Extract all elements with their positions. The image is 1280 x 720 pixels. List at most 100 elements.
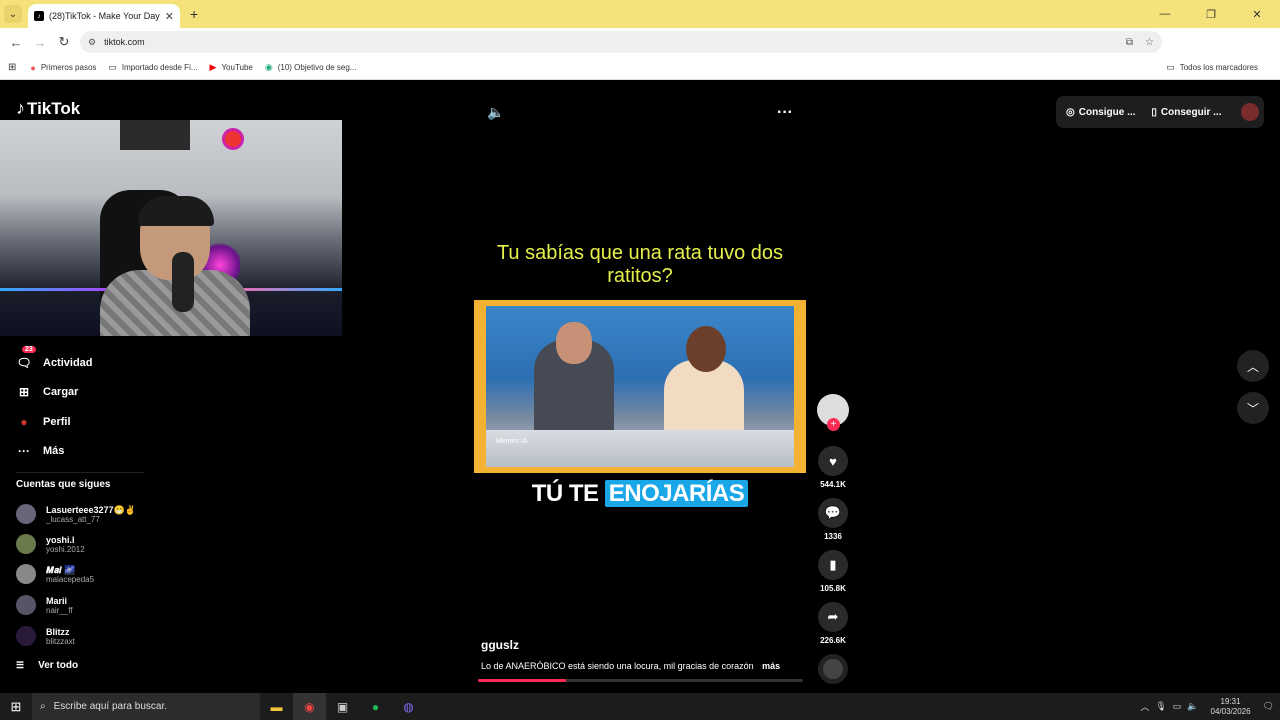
store-icon[interactable]: ▣ bbox=[326, 693, 359, 720]
video-description: Lo de ANAERÓBICO está siendo una locura,… bbox=[481, 661, 781, 671]
get-coins-button[interactable]: ◎ Consigue ... bbox=[1066, 107, 1135, 118]
top-right-bar: ◎ Consigue ... ▯ Conseguir ... bbox=[1056, 96, 1264, 128]
more-icon: ··· bbox=[18, 444, 30, 459]
search-icon: ⌕ bbox=[40, 701, 46, 712]
following-account[interactable]: 𝑴𝒂𝒊 🌌 maiacepeda5 bbox=[16, 564, 94, 584]
share-count: 226.6K bbox=[820, 636, 846, 645]
taskbar-clock[interactable]: 19:31 04/03/2026 bbox=[1211, 697, 1251, 717]
notifications-icon[interactable]: 🗨 bbox=[1263, 701, 1274, 712]
volume-icon[interactable]: 🔈 bbox=[487, 104, 504, 121]
message-icon: 🗨 bbox=[16, 355, 32, 370]
following-account[interactable]: Blitzz blitzzaxt bbox=[16, 626, 75, 646]
bookmark-importado[interactable]: ▭ Importado desde Fi... bbox=[108, 62, 197, 73]
discord-icon[interactable]: ◍ bbox=[392, 693, 425, 720]
creator-avatar-rail: + bbox=[817, 394, 849, 431]
video-more-options-icon[interactable]: ··· bbox=[777, 104, 793, 122]
following-account[interactable]: Lasuerteee3277😁✌️ _lucass_att_77 bbox=[16, 504, 136, 524]
tab-close-icon[interactable]: ✕ bbox=[165, 10, 174, 23]
following-account[interactable]: Marii nair__ff bbox=[16, 595, 73, 615]
avatar bbox=[16, 504, 36, 524]
follow-plus-icon[interactable]: + bbox=[827, 418, 840, 431]
browser-tab-bar: ⌄ ♪ (28)TikTok - Make Your Day ✕ + — ❐ ✕ bbox=[0, 0, 1280, 28]
restore-button[interactable]: ❐ bbox=[1188, 8, 1234, 21]
comment-icon[interactable]: 💬 bbox=[818, 498, 848, 528]
spotify-icon[interactable]: ● bbox=[359, 693, 392, 720]
forward-button[interactable]: → bbox=[28, 35, 52, 50]
sidebar-item-perfil[interactable]: ● Perfil bbox=[16, 407, 93, 437]
browser-tab[interactable]: ♪ (28)TikTok - Make Your Day ✕ bbox=[28, 4, 180, 28]
tiktok-logo[interactable]: ♪ TikTok bbox=[16, 98, 80, 119]
address-bar-row: ← → ↻ ⚙ tiktok.com ⧉ ☆ ⧠ ≡ ⋮ bbox=[0, 28, 1280, 77]
like-action[interactable]: ♥ 544.1K bbox=[817, 446, 849, 489]
music-disc-icon[interactable] bbox=[818, 654, 848, 684]
save-count: 105.8K bbox=[820, 584, 846, 593]
see-all-button[interactable]: ☰ Ver todo bbox=[16, 660, 78, 671]
share-icon[interactable]: ➦ bbox=[818, 602, 848, 632]
sidebar-item-cargar[interactable]: ⊞ Cargar bbox=[16, 378, 93, 408]
webcam-overlay bbox=[0, 120, 342, 336]
speaker-icon[interactable]: 🔈 bbox=[1187, 701, 1198, 712]
close-window-button[interactable]: ✕ bbox=[1234, 8, 1280, 21]
site-info-icon[interactable]: ⚙ bbox=[88, 37, 96, 48]
upload-icon: ⊞ bbox=[18, 385, 30, 400]
previous-video-button[interactable]: ︿ bbox=[1237, 350, 1269, 382]
network-icon[interactable]: ▭ bbox=[1173, 701, 1182, 712]
new-tab-button[interactable]: + bbox=[190, 6, 198, 22]
apps-grid-icon[interactable]: ⊞ bbox=[8, 62, 16, 73]
profile-avatar[interactable] bbox=[1241, 103, 1260, 121]
firefox-icon: ● bbox=[30, 62, 36, 73]
back-button[interactable]: ← bbox=[4, 35, 28, 50]
video-progress-fill bbox=[478, 679, 566, 682]
sidebar-item-actividad[interactable]: 🗨 23 Actividad bbox=[16, 346, 93, 378]
more-text-button[interactable]: más bbox=[762, 661, 780, 671]
tray-chevron-icon[interactable]: ︿ bbox=[1140, 700, 1149, 713]
share-action[interactable]: ➦ 226.6K bbox=[817, 602, 849, 645]
windows-start-icon[interactable]: ⊞ bbox=[0, 699, 32, 715]
heart-icon[interactable]: ♥ bbox=[818, 446, 848, 476]
system-tray: ︿ 🎙 ▭ 🔈 19:31 04/03/2026 🗨 bbox=[1140, 693, 1280, 720]
tiktok-favicon-icon: ♪ bbox=[34, 11, 44, 21]
tiktok-note-icon: ♪ bbox=[16, 98, 25, 118]
bookmark-icon[interactable]: ▮ bbox=[818, 550, 848, 580]
video-frame[interactable]: Memes IA bbox=[474, 300, 806, 473]
like-count: 544.1K bbox=[820, 480, 846, 489]
save-action[interactable]: ▮ 105.8K bbox=[817, 550, 849, 593]
sidebar-item-mas[interactable]: ··· Más bbox=[16, 437, 93, 467]
microphone-icon[interactable]: 🎙 bbox=[1155, 701, 1166, 712]
site-icon: ◉ bbox=[264, 62, 273, 72]
file-explorer-icon[interactable]: ▬ bbox=[260, 693, 293, 720]
notification-badge: 23 bbox=[22, 346, 36, 353]
window-controls: — ❐ ✕ bbox=[1142, 0, 1280, 28]
taskbar-search[interactable]: ⌕ Escribe aquí para buscar. bbox=[32, 693, 260, 720]
coin-icon: ◎ bbox=[1066, 106, 1075, 118]
next-video-button[interactable]: ﹀ bbox=[1237, 392, 1269, 424]
avatar bbox=[16, 626, 36, 646]
install-app-icon[interactable]: ⧉ bbox=[1126, 37, 1133, 48]
folder-icon: ▭ bbox=[108, 62, 117, 72]
phone-icon: ▯ bbox=[1151, 106, 1157, 118]
comment-action[interactable]: 💬 1336 bbox=[817, 498, 849, 541]
video-author[interactable]: gguslz bbox=[481, 638, 519, 652]
tiktok-page: ♪ TikTok 🗨 23 Actividad ⊞ Cargar ● Perfi… bbox=[0, 80, 1280, 693]
video-subtitle: TÚ TE ENOJARÍAS bbox=[474, 480, 806, 508]
video-progress-bar[interactable] bbox=[478, 679, 803, 682]
minimize-button[interactable]: — bbox=[1142, 8, 1188, 20]
get-app-button[interactable]: ▯ Conseguir ... bbox=[1151, 107, 1221, 118]
comment-count: 1336 bbox=[824, 532, 842, 541]
avatar bbox=[16, 564, 36, 584]
bookmark-primeros-pasos[interactable]: ● Primeros pasos bbox=[30, 63, 96, 73]
creator-avatar[interactable]: + bbox=[817, 394, 849, 431]
chrome-icon[interactable]: ◉ bbox=[293, 693, 326, 720]
avatar bbox=[16, 534, 36, 554]
video-watermark: Memes IA bbox=[496, 438, 528, 445]
video-caption-text: Tu sabías que una rata tuvo dos ratitos? bbox=[496, 242, 784, 287]
tab-title: (28)TikTok - Make Your Day bbox=[49, 11, 160, 21]
bookmark-youtube[interactable]: ▶ YouTube bbox=[210, 62, 253, 73]
all-bookmarks[interactable]: ▭ Todos los marcadores bbox=[1166, 62, 1258, 73]
url-field[interactable]: ⚙ tiktok.com ⧉ ☆ bbox=[80, 31, 1162, 53]
reload-button[interactable]: ↻ bbox=[52, 34, 76, 50]
bookmark-star-icon[interactable]: ☆ bbox=[1145, 37, 1154, 48]
bookmark-objetivo[interactable]: ◉ (10) Objetivo de seg... bbox=[265, 62, 357, 73]
tab-search-button[interactable]: ⌄ bbox=[4, 5, 22, 23]
following-account[interactable]: yoshi.l yoshi.2012 bbox=[16, 534, 85, 554]
